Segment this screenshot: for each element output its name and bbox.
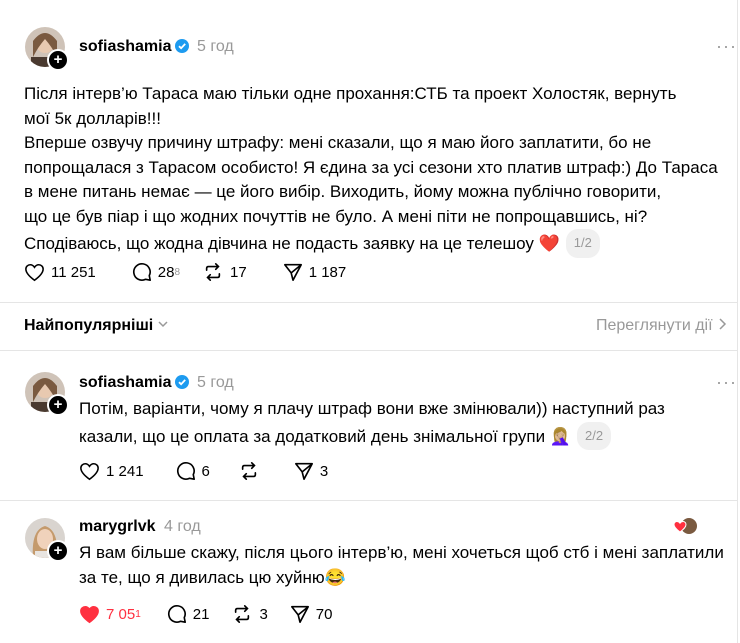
share-icon: [283, 263, 302, 281]
username-text[interactable]: sofiashamia: [79, 38, 171, 55]
main-post: + sofiashamia 5 год ··· Після інтерв’ю Т…: [0, 0, 738, 300]
verified-icon: [175, 375, 190, 389]
post-text-line: казали, що це оплата за додатковий день …: [79, 426, 571, 446]
comment-count: 6: [201, 462, 210, 480]
repost-button[interactable]: 3: [231, 604, 268, 624]
post-text-line: Я вам більше скажу, після цього інтерв’ю…: [79, 543, 724, 562]
post-text: Потім, варіанти, чому я плачу штраф вони…: [79, 397, 729, 450]
follow-plus-icon[interactable]: +: [47, 49, 69, 71]
repost-icon: [205, 263, 221, 281]
share-button[interactable]: 3: [294, 461, 328, 481]
username[interactable]: sofiashamia: [79, 374, 190, 392]
like-button[interactable]: 7 05 1: [79, 605, 141, 624]
avatar[interactable]: +: [25, 372, 69, 416]
sort-dropdown[interactable]: Найпопулярніші: [24, 317, 169, 335]
like-count: 7 05: [106, 605, 136, 623]
repost-count: 17: [230, 263, 247, 281]
heart-icon: [25, 263, 44, 281]
post-text-line: Сподіваюсь, що жодна дівчина не подасть …: [24, 234, 560, 253]
heart-filled-icon: [80, 605, 99, 623]
post-time: 4 год: [164, 518, 201, 535]
repost-button[interactable]: [238, 461, 266, 481]
comment-count: 28: [157, 263, 175, 281]
more-options-icon[interactable]: ···: [716, 372, 737, 393]
share-button[interactable]: 70: [290, 604, 333, 624]
like-count: 1 241: [106, 462, 144, 480]
view-activity-link[interactable]: Переглянути дії: [596, 317, 727, 335]
post-text-line-last: казали, що це оплата за додатковий день …: [79, 421, 729, 450]
share-count: 70: [315, 605, 333, 623]
share-icon: [294, 462, 313, 480]
sort-label: Найпопулярніші: [24, 317, 154, 334]
repost-count: 3: [259, 605, 268, 623]
comment-icon: [132, 262, 151, 281]
reply-post: + marygrlvk 4 год Я вам більше скажу, пі…: [0, 500, 738, 643]
avatar[interactable]: +: [25, 518, 69, 562]
comment-button[interactable]: 28 8: [132, 262, 180, 282]
verified-icon: [175, 39, 190, 53]
chevron-down-icon: [157, 317, 169, 334]
comment-icon: [167, 604, 186, 623]
liked-by-author-icon: [673, 516, 698, 541]
username-text[interactable]: sofiashamia: [79, 374, 171, 391]
avatar[interactable]: +: [25, 27, 69, 71]
post-actions: 1 241 6 3: [79, 461, 350, 481]
post-actions: 7 05 1 21 3 70: [79, 604, 354, 624]
divider: [0, 302, 738, 303]
post-text-line-last: Сподіваюсь, що жодна дівчина не подасть …: [24, 229, 724, 258]
username-text[interactable]: marygrlvk: [79, 518, 156, 535]
comment-icon: [176, 461, 195, 480]
post-text-line: Після інтерв’ю Тараса маю тільки одне пр…: [24, 84, 677, 103]
share-count: 3: [319, 462, 329, 480]
post-text-line: Потім, варіанти, чому я плачу штраф вони…: [79, 399, 665, 418]
like-count: 11 251: [51, 263, 96, 281]
more-options-icon[interactable]: ···: [716, 36, 737, 57]
post-text-line: в мене питань немає — це його вибір. Вих…: [24, 182, 662, 201]
comment-count-sub: 8: [174, 266, 181, 278]
post-actions: 11 251 28 8 17 1 187: [24, 262, 368, 282]
post-text-line: попрощалася з Тарасом особисто! Я єдина …: [24, 157, 718, 177]
reply-post: + sofiashamia 5 год ··· Потім, варіанти,…: [0, 350, 738, 500]
post-text-line: що це був піар і що жодних почуттів не б…: [24, 206, 648, 226]
thread-pager: 2/2: [576, 421, 612, 450]
chevron-right-icon: [719, 318, 727, 330]
repost-button[interactable]: 17: [202, 262, 247, 282]
heart-icon: [80, 462, 99, 480]
view-activity-label: Переглянути дії: [595, 317, 713, 334]
post-text-line: мої 5к долларів!!!: [24, 108, 161, 128]
username[interactable]: marygrlvk: [79, 518, 156, 536]
share-count: 1 187: [308, 263, 347, 281]
comment-count: 21: [192, 605, 210, 623]
repost-icon: [235, 605, 250, 623]
share-button[interactable]: 1 187: [283, 262, 347, 282]
like-button[interactable]: 1 241: [79, 462, 144, 481]
repost-icon: [241, 462, 257, 480]
post-text: Після інтерв’ю Тараса маю тільки одне пр…: [24, 82, 724, 258]
username[interactable]: sofiashamia: [79, 38, 190, 56]
share-icon: [290, 605, 309, 623]
follow-plus-icon[interactable]: +: [47, 394, 69, 416]
post-text-line: за те, що я дивилась цю хуйню😂: [79, 567, 346, 587]
post-text-line: Вперше озвучу причину штрафу: мені сказа…: [24, 133, 652, 152]
post-time: 5 год: [197, 38, 234, 55]
post-time: 5 год: [197, 374, 234, 391]
thread-frame: + sofiashamia 5 год ··· Після інтерв’ю Т…: [0, 0, 738, 643]
like-button[interactable]: 11 251: [24, 263, 96, 282]
comment-button[interactable]: 21: [167, 604, 210, 624]
post-text: Я вам більше скажу, після цього інтерв’ю…: [79, 541, 729, 590]
like-count-sub: 1: [135, 608, 141, 620]
follow-plus-icon[interactable]: +: [47, 540, 69, 562]
comment-button[interactable]: 6: [176, 461, 210, 481]
thread-pager: 1/2: [565, 229, 600, 258]
